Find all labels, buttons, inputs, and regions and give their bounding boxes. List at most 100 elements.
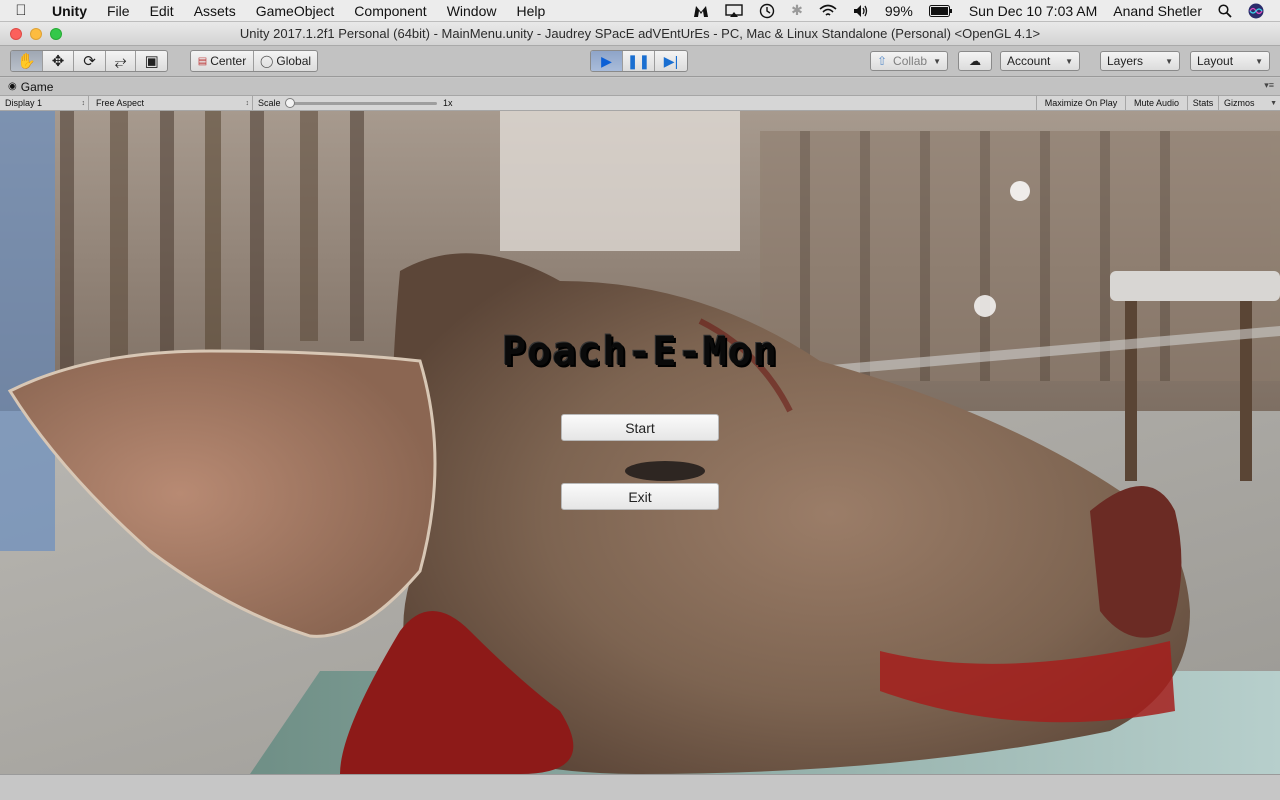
pause-button[interactable]: ❚❚ xyxy=(623,51,655,71)
account-dropdown[interactable]: Account ▼ xyxy=(1000,51,1080,71)
window-title: Unity 2017.1.2f1 Personal (64bit) - Main… xyxy=(239,26,1041,41)
stats-toggle[interactable]: Stats xyxy=(1188,96,1219,110)
window-title-bar: Unity 2017.1.2f1 Personal (64bit) - Main… xyxy=(0,22,1280,46)
scale-icon: ⥂ xyxy=(114,52,127,70)
aspect-dropdown[interactable]: Free Aspect ↕ xyxy=(91,96,253,110)
step-icon: ▶| xyxy=(663,52,679,69)
game-title: Poach-E-Mon xyxy=(502,329,778,375)
cloud-services-button[interactable]: ☁ xyxy=(958,51,992,71)
menu-assets[interactable]: Assets xyxy=(184,3,246,19)
chevron-down-icon: ▼ xyxy=(933,56,941,66)
transform-tools: ✋ ✥ ⟳ ⥂ ▣ xyxy=(10,50,168,72)
menu-help[interactable]: Help xyxy=(506,3,555,19)
game-controller-icon: ◉ xyxy=(8,81,17,92)
menu-window[interactable]: Window xyxy=(437,3,507,19)
globe-icon: ◯ xyxy=(259,54,274,68)
layers-label: Layers xyxy=(1107,54,1144,68)
exit-button[interactable]: Exit xyxy=(561,483,719,510)
stats-label: Stats xyxy=(1192,98,1214,108)
game-viewport[interactable]: Poach-E-Mon Start Exit xyxy=(0,111,1280,774)
time-machine-icon[interactable] xyxy=(751,3,783,19)
siri-icon[interactable] xyxy=(1240,3,1272,19)
menubar-clock[interactable]: Sun Dec 10 7:03 AM xyxy=(961,3,1105,19)
pivot-toggles: ▤ Center ◯ Global xyxy=(190,50,318,72)
chevron-down-icon: ▼ xyxy=(1065,56,1073,66)
aspect-label: Free Aspect xyxy=(96,98,145,108)
layout-label: Layout xyxy=(1197,54,1234,68)
battery-icon[interactable] xyxy=(921,4,961,17)
unity-toolbar: ✋ ✥ ⟳ ⥂ ▣ ▤ Center ◯ Global ▶ ❚❚ ▶| ⇧ Coll… xyxy=(0,46,1280,77)
move-tool-button[interactable]: ✥ xyxy=(43,51,75,71)
play-button[interactable]: ▶ xyxy=(591,51,623,71)
play-icon: ▶ xyxy=(601,52,612,69)
spotlight-search-icon[interactable] xyxy=(1210,3,1240,18)
pivot-center-label: Center xyxy=(210,54,247,68)
game-tab-header: ◉ Game ▾≡ xyxy=(0,78,1280,95)
window-zoom-button[interactable] xyxy=(50,28,62,40)
menubar-user[interactable]: Anand Shetler xyxy=(1105,3,1210,19)
display-label: Display 1 xyxy=(5,98,43,108)
panel-menu-icon[interactable]: ▾≡ xyxy=(1264,80,1274,91)
mute-label: Mute Audio xyxy=(1133,98,1180,108)
menu-component[interactable]: Component xyxy=(344,3,436,19)
window-minimize-button[interactable] xyxy=(30,28,42,40)
chevron-updown-icon: ↕ xyxy=(81,99,86,107)
scale-slider[interactable] xyxy=(285,98,437,108)
maximize-label: Maximize On Play xyxy=(1044,98,1118,108)
layers-dropdown[interactable]: Layers ▼ xyxy=(1100,51,1180,71)
display-dropdown[interactable]: Display 1 ↕ xyxy=(0,96,89,110)
collab-cloud-icon: ⇧ xyxy=(877,54,888,68)
chevron-updown-icon: ↕ xyxy=(245,99,250,107)
volume-icon[interactable] xyxy=(845,4,877,18)
chevron-down-icon: ▼ xyxy=(1270,99,1277,107)
chevron-down-icon: ▼ xyxy=(1165,56,1173,66)
game-tab[interactable]: ◉ Game xyxy=(0,80,53,94)
background-image xyxy=(0,111,1280,774)
hand-tool-button[interactable]: ✋ xyxy=(11,51,43,71)
macos-menu-bar:  Unity File Edit Assets GameObject Comp… xyxy=(0,0,1280,22)
scale-tool-button[interactable]: ⥂ xyxy=(106,51,137,71)
cloud-icon: ☁ xyxy=(969,54,981,68)
collab-dropdown[interactable]: ⇧ Collab ▼ xyxy=(870,51,948,71)
rotate-icon: ⟳ xyxy=(83,53,96,70)
rotate-tool-button[interactable]: ⟳ xyxy=(74,51,106,71)
rect-tool-button[interactable]: ▣ xyxy=(136,51,167,71)
playback-controls: ▶ ❚❚ ▶| xyxy=(590,50,688,72)
game-tab-label: Game xyxy=(20,79,54,94)
scale-label: Scale xyxy=(258,98,281,108)
chevron-down-icon: ▼ xyxy=(1255,56,1263,66)
menu-gameobject[interactable]: GameObject xyxy=(246,3,345,19)
game-view-controls: Display 1 ↕ Free Aspect ↕ Scale 1x Maxim… xyxy=(0,95,1280,111)
airplay-icon[interactable] xyxy=(717,3,751,18)
menu-app[interactable]: Unity xyxy=(42,3,97,19)
pivot-global-button[interactable]: ◯ Global xyxy=(254,51,317,71)
scale-slider-track xyxy=(289,102,437,105)
status-bar xyxy=(0,774,1280,800)
gizmos-dropdown[interactable]: Gizmos ▼ xyxy=(1219,96,1280,110)
mute-audio-toggle[interactable]: Mute Audio xyxy=(1126,96,1188,110)
collab-label: Collab xyxy=(893,54,928,68)
rect-transform-icon: ▣ xyxy=(144,53,159,70)
pivot-global-label: Global xyxy=(276,54,312,68)
pause-icon: ❚❚ xyxy=(626,52,651,69)
scale-value: 1x xyxy=(443,98,453,108)
step-button[interactable]: ▶| xyxy=(655,51,687,71)
apple-menu-icon[interactable]:  xyxy=(0,2,42,19)
bluetooth-icon[interactable]: ✱ xyxy=(783,2,811,19)
pivot-center-button[interactable]: ▤ Center xyxy=(191,51,254,71)
malwarebytes-icon[interactable] xyxy=(685,4,717,18)
gizmos-label: Gizmos xyxy=(1224,98,1255,108)
start-button[interactable]: Start xyxy=(561,414,719,441)
menu-file[interactable]: File xyxy=(97,3,140,19)
battery-percent[interactable]: 99% xyxy=(877,3,921,19)
move-icon: ✥ xyxy=(51,53,65,70)
hand-icon: ✋ xyxy=(17,53,36,70)
wifi-icon[interactable] xyxy=(811,4,845,18)
maximize-on-play-toggle[interactable]: Maximize On Play xyxy=(1036,96,1126,110)
window-close-button[interactable] xyxy=(10,28,22,40)
scale-slider-handle[interactable] xyxy=(285,98,295,108)
pivot-icon: ▤ xyxy=(197,55,208,67)
menu-edit[interactable]: Edit xyxy=(140,3,184,19)
layout-dropdown[interactable]: Layout ▼ xyxy=(1190,51,1270,71)
account-label: Account xyxy=(1007,54,1051,68)
